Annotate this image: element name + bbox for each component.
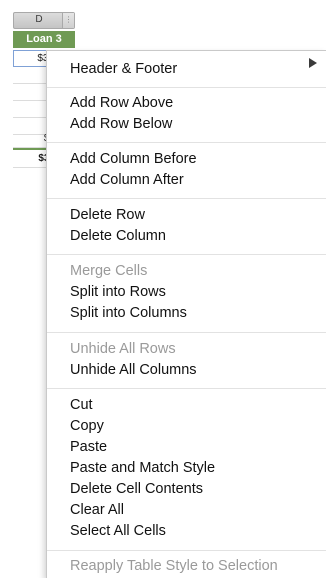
menu-item-delete-row[interactable]: Delete Row xyxy=(70,205,145,226)
table-header-cell[interactable]: Loan 3 xyxy=(13,31,75,48)
menu-separator xyxy=(47,198,326,199)
screenshot-stage: D ⋮ Loan 3 $30 9. $5 $35 Header & Footer… xyxy=(0,0,326,578)
column-header-d[interactable]: D ⋮ xyxy=(13,12,75,29)
menu-item-header-footer[interactable]: Header & Footer xyxy=(70,59,177,80)
context-menu: Header & Footer Add Row Above Add Row Be… xyxy=(46,50,326,578)
menu-item-reapply-table-style: Reapply Table Style to Selection xyxy=(70,558,278,574)
menu-item-clear-all[interactable]: Clear All xyxy=(70,500,124,521)
menu-separator xyxy=(47,388,326,389)
column-menu-grip-icon[interactable]: ⋮ xyxy=(62,13,74,28)
menu-item-add-row-below[interactable]: Add Row Below xyxy=(70,114,172,135)
menu-item-add-column-after[interactable]: Add Column After xyxy=(70,170,184,191)
menu-item-paste-and-match-style[interactable]: Paste and Match Style xyxy=(70,458,215,479)
menu-item-add-column-before[interactable]: Add Column Before xyxy=(70,149,197,170)
menu-item-unhide-all-columns[interactable]: Unhide All Columns xyxy=(70,360,197,381)
column-letter: D xyxy=(35,14,43,25)
menu-item-delete-column[interactable]: Delete Column xyxy=(70,226,166,247)
menu-item-label: Header & Footer xyxy=(70,61,178,77)
menu-separator xyxy=(47,550,326,551)
menu-item-delete-cell-contents[interactable]: Delete Cell Contents xyxy=(70,479,203,500)
submenu-arrow-icon xyxy=(309,58,317,68)
menu-item-split-into-rows[interactable]: Split into Rows xyxy=(70,282,166,303)
menu-item-merge-cells: Merge Cells xyxy=(70,263,148,279)
menu-separator xyxy=(47,332,326,333)
menu-item-cut[interactable]: Cut xyxy=(70,395,93,416)
menu-item-add-row-above[interactable]: Add Row Above xyxy=(70,93,173,114)
menu-item-unhide-all-rows: Unhide All Rows xyxy=(70,341,176,357)
menu-item-select-all-cells[interactable]: Select All Cells xyxy=(70,521,166,542)
menu-item-split-into-columns[interactable]: Split into Columns xyxy=(70,303,187,324)
menu-separator xyxy=(47,87,326,88)
menu-item-paste[interactable]: Paste xyxy=(70,437,107,458)
menu-item-copy[interactable]: Copy xyxy=(70,416,104,437)
menu-separator xyxy=(47,142,326,143)
menu-separator xyxy=(47,254,326,255)
